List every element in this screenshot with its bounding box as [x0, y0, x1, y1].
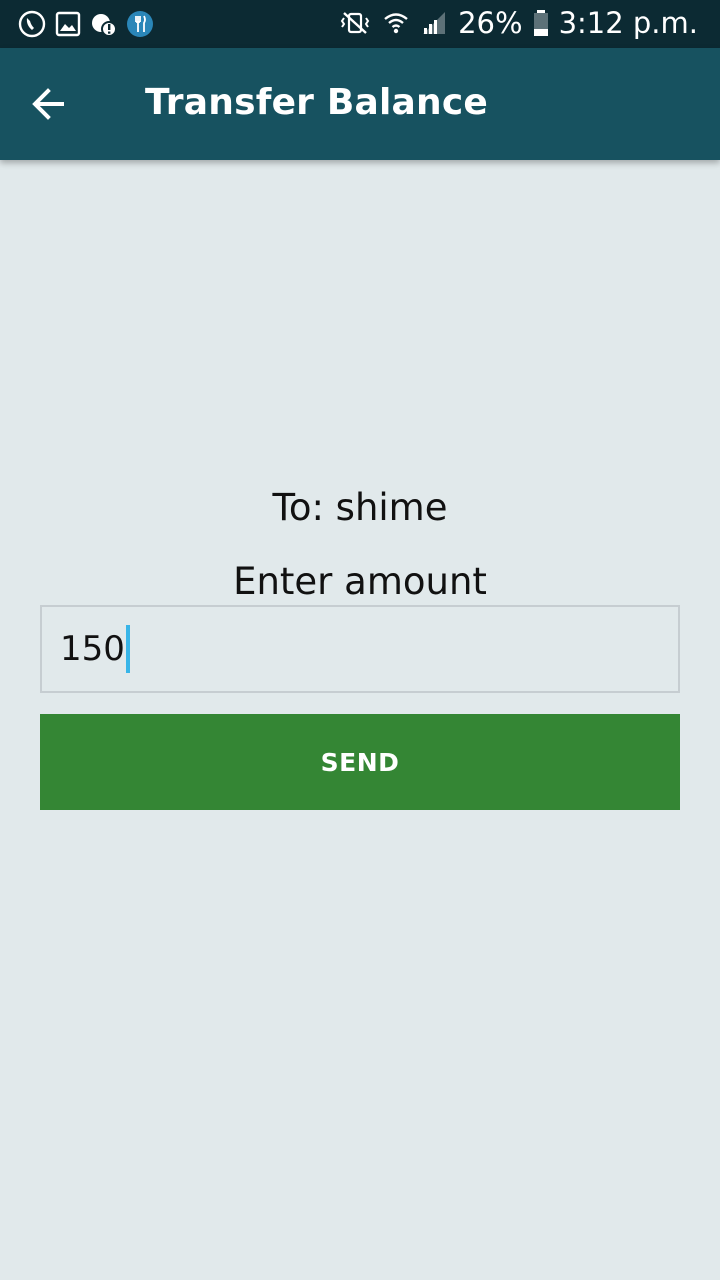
- system-indicators: 26% 3:12 p.m.: [338, 6, 698, 40]
- status-bar: 26% 3:12 p.m.: [0, 0, 720, 48]
- notification-icons: [18, 10, 154, 38]
- amount-label: Enter amount: [233, 560, 487, 603]
- signal-icon: [423, 12, 446, 34]
- notification-alert-icon: [92, 14, 117, 37]
- vibrate-mute-icon: [340, 12, 370, 34]
- back-button[interactable]: [18, 76, 78, 132]
- battery-icon: [533, 10, 548, 36]
- image-icon: [55, 11, 81, 37]
- text-cursor: [125, 625, 130, 673]
- fork-knife-app-icon: [127, 11, 153, 37]
- amount-value: 150: [60, 629, 125, 669]
- clock: 3:12 p.m.: [558, 6, 698, 40]
- amount-input[interactable]: 150: [40, 605, 680, 693]
- app-bar: Transfer Balance: [0, 48, 720, 160]
- battery-percent: 26%: [458, 6, 523, 40]
- page-title: Transfer Balance: [145, 82, 489, 123]
- call-icon: [18, 10, 46, 38]
- wifi-icon: [384, 13, 408, 34]
- arrow-left-icon: [32, 88, 64, 120]
- recipient-label: To: shime: [272, 486, 448, 529]
- send-button[interactable]: SEND: [40, 714, 680, 810]
